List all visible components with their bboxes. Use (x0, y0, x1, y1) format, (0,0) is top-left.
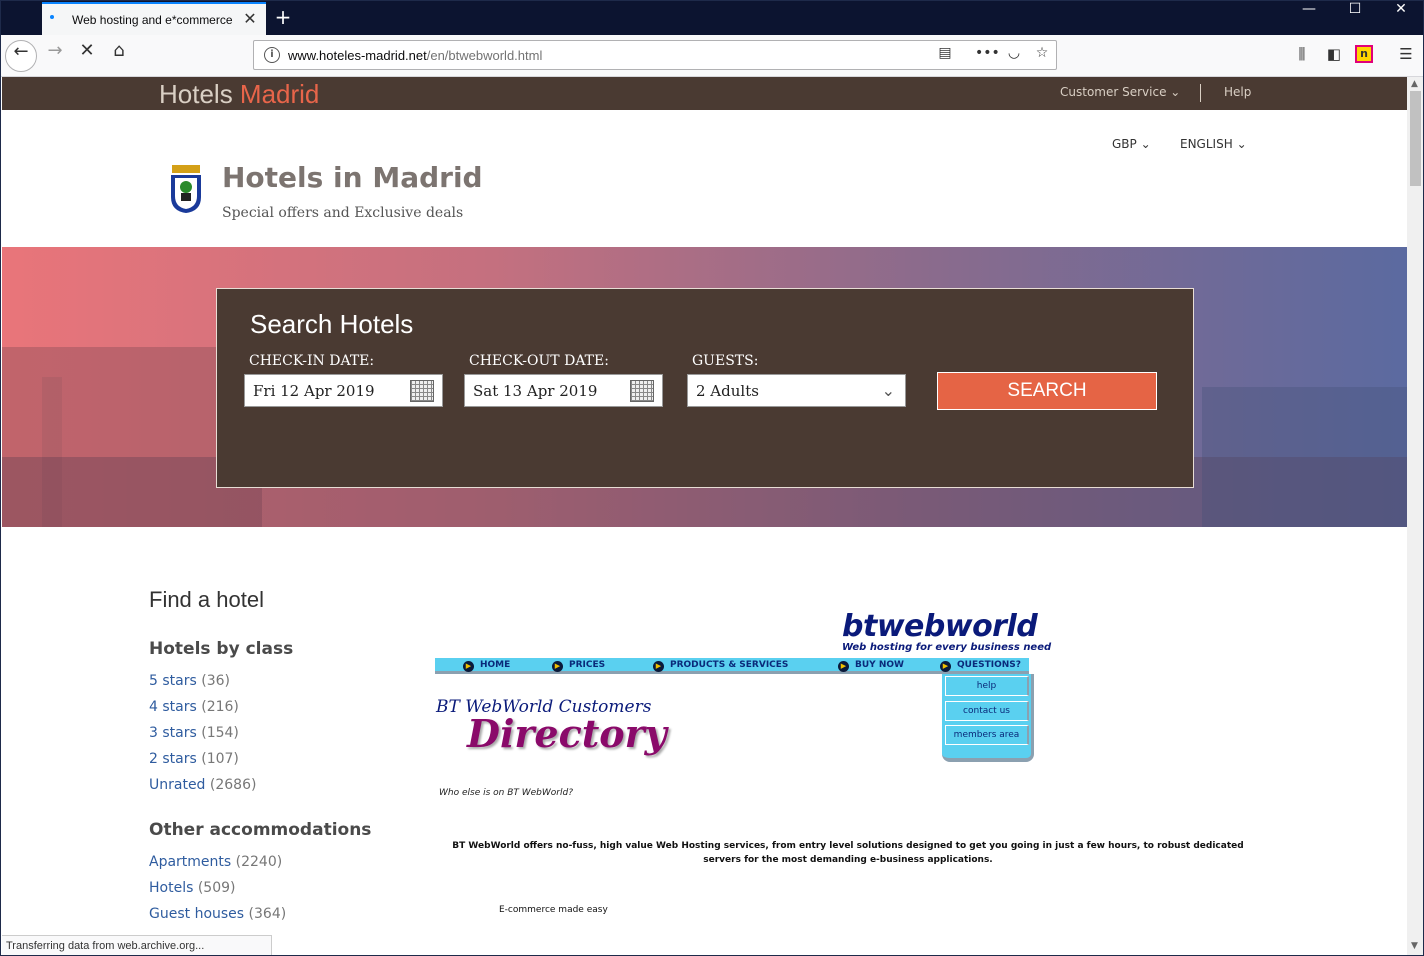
site-title: Hotels in Madrid (222, 161, 483, 194)
other-accommodations-heading: Other accommodations (149, 820, 372, 840)
home-icon[interactable]: ⌂ (103, 40, 135, 72)
checkout-label: CHECK-OUT DATE: (469, 353, 609, 369)
search-hotels-panel: Search Hotels CHECK-IN DATE: Fri 12 Apr … (216, 288, 1194, 488)
pocket-icon[interactable]: ◡ (1003, 45, 1025, 67)
sidebar-icon[interactable]: ◧ (1323, 45, 1345, 67)
arrow-icon: ▶ (463, 661, 474, 672)
scroll-down-icon[interactable]: ▼ (1411, 941, 1418, 951)
reader-view-icon[interactable]: ▤ (934, 45, 956, 67)
url-bar[interactable]: i www.hoteles-madrid.net/en/btwebworld.h… (253, 40, 1057, 70)
site-top-bar: Hotels Madrid Customer Service ⌄ Help (2, 77, 1407, 110)
class-item-5-stars[interactable]: 5 stars (36) (149, 673, 230, 689)
more-icon[interactable]: ••• (975, 45, 1000, 67)
forward-arrow-icon[interactable]: → (39, 40, 71, 72)
tab-title: Web hosting and e*commerce (72, 13, 233, 27)
other-item-hotels[interactable]: Hotels (509) (149, 880, 236, 896)
chevron-down-icon: ⌄ (1236, 137, 1247, 151)
hamburger-menu-icon[interactable]: ☰ (1395, 45, 1417, 67)
currency-select[interactable]: GBP ⌄ (1112, 137, 1151, 151)
find-hotel-heading: Find a hotel (149, 587, 264, 612)
who-else-text: Who else is on BT WebWorld? (439, 788, 573, 798)
back-arrow-icon[interactable]: ← (5, 40, 37, 72)
arrow-icon: ▶ (653, 661, 664, 672)
checkin-input[interactable]: Fri 12 Apr 2019 (244, 374, 443, 407)
guests-select[interactable]: 2 Adults ⌄ (687, 374, 906, 407)
calendar-icon[interactable] (630, 380, 654, 402)
calendar-icon[interactable] (410, 380, 434, 402)
arrow-icon: ▶ (940, 661, 951, 672)
browser-window: Web hosting and e*commerce ✕ + — ☐ ✕ ← →… (0, 0, 1424, 956)
class-item-2-stars[interactable]: 2 stars (107) (149, 751, 239, 767)
chevron-down-icon: ⌄ (1140, 137, 1151, 151)
bt-members-button[interactable]: members area (945, 725, 1029, 745)
bt-nav-products[interactable]: ▶ PRODUCTS & SERVICES (653, 660, 788, 672)
tab-close-icon[interactable]: ✕ (240, 8, 260, 30)
url-text[interactable]: www.hoteles-madrid.net/en/btwebworld.htm… (288, 48, 542, 63)
tab-bar: Web hosting and e*commerce ✕ + — ☐ ✕ (1, 1, 1423, 35)
bt-nav-buy-now[interactable]: ▶ BUY NOW (838, 660, 904, 672)
vertical-scrollbar[interactable]: ▲ ▼ (1407, 77, 1423, 955)
minimize-button[interactable]: — (1286, 1, 1332, 35)
chevron-down-icon: ⌄ (881, 381, 895, 400)
btwebworld-nav: ▶ HOME ▶ PRICES ▶ PRODUCTS & SERVICES ▶ BUY … (435, 658, 1029, 674)
help-link[interactable]: Help (1224, 85, 1251, 99)
other-item-guest-houses[interactable]: Guest houses (364) (149, 906, 286, 922)
checkin-label: CHECK-IN DATE: (249, 353, 375, 369)
arrow-icon: ▶ (552, 661, 563, 672)
bt-nav-home[interactable]: ▶ HOME (463, 660, 510, 672)
class-item-unrated[interactable]: Unrated (2686) (149, 777, 256, 793)
bt-description: BT WebWorld offers no-fuss, high value W… (452, 841, 1244, 865)
search-title: Search Hotels (250, 309, 414, 339)
btwebworld-logo[interactable]: btwebworld (842, 609, 1038, 644)
bt-nav-questions[interactable]: ▶ QUESTIONS? (940, 660, 1021, 672)
chevron-down-icon: ⌄ (1170, 85, 1181, 99)
navigation-toolbar: ← → ✕ ⌂ i www.hoteles-madrid.net/en/btwe… (1, 35, 1423, 77)
bt-nav-prices[interactable]: ▶ PRICES (552, 660, 605, 672)
stop-icon[interactable]: ✕ (71, 40, 103, 72)
bt-questions-dropdown: help contact us members area (942, 674, 1034, 762)
tab-active[interactable]: Web hosting and e*commerce ✕ (42, 2, 266, 35)
ecommerce-text: E-commerce made easy (499, 905, 608, 915)
hotels-by-class-heading: Hotels by class (149, 639, 294, 659)
search-button[interactable]: SEARCH (937, 372, 1157, 410)
bt-contact-button[interactable]: contact us (945, 701, 1029, 721)
star-icon[interactable]: ☆ (1031, 45, 1053, 67)
language-select[interactable]: ENGLISH ⌄ (1180, 137, 1247, 151)
guests-label: GUESTS: (692, 353, 759, 369)
checkout-input[interactable]: Sat 13 Apr 2019 (464, 374, 663, 407)
arrow-icon: ▶ (838, 661, 849, 672)
site-subtitle: Special offers and Exclusive deals (222, 205, 464, 221)
info-icon[interactable]: i (264, 47, 280, 63)
scroll-thumb[interactable] (1410, 91, 1421, 186)
btwebworld-tagline: Web hosting for every business need (842, 642, 1052, 653)
status-bar: Transferring data from web.archive.org..… (2, 935, 272, 955)
class-item-4-stars[interactable]: 4 stars (216) (149, 699, 239, 715)
library-icon[interactable]: ⫼ (1291, 45, 1313, 67)
directory-heading-line2: Directory (467, 711, 667, 756)
divider (1200, 84, 1201, 102)
madrid-crest-icon (171, 165, 201, 213)
page-content: Hotels Madrid Customer Service ⌄ Help GB… (2, 77, 1407, 955)
new-tab-button[interactable]: + (271, 5, 295, 29)
brand-logo[interactable]: Hotels Madrid (159, 79, 319, 110)
maximize-button[interactable]: ☐ (1332, 1, 1378, 35)
class-item-3-stars[interactable]: 3 stars (154) (149, 725, 239, 741)
close-window-button[interactable]: ✕ (1378, 1, 1423, 35)
extension-icon[interactable]: n (1355, 45, 1373, 63)
bt-help-button[interactable]: help (945, 676, 1029, 696)
scroll-up-icon[interactable]: ▲ (1411, 79, 1418, 89)
customer-service-menu[interactable]: Customer Service ⌄ (1060, 85, 1180, 99)
other-item-apartments[interactable]: Apartments (2240) (149, 854, 282, 870)
loading-dot-icon (50, 15, 54, 19)
